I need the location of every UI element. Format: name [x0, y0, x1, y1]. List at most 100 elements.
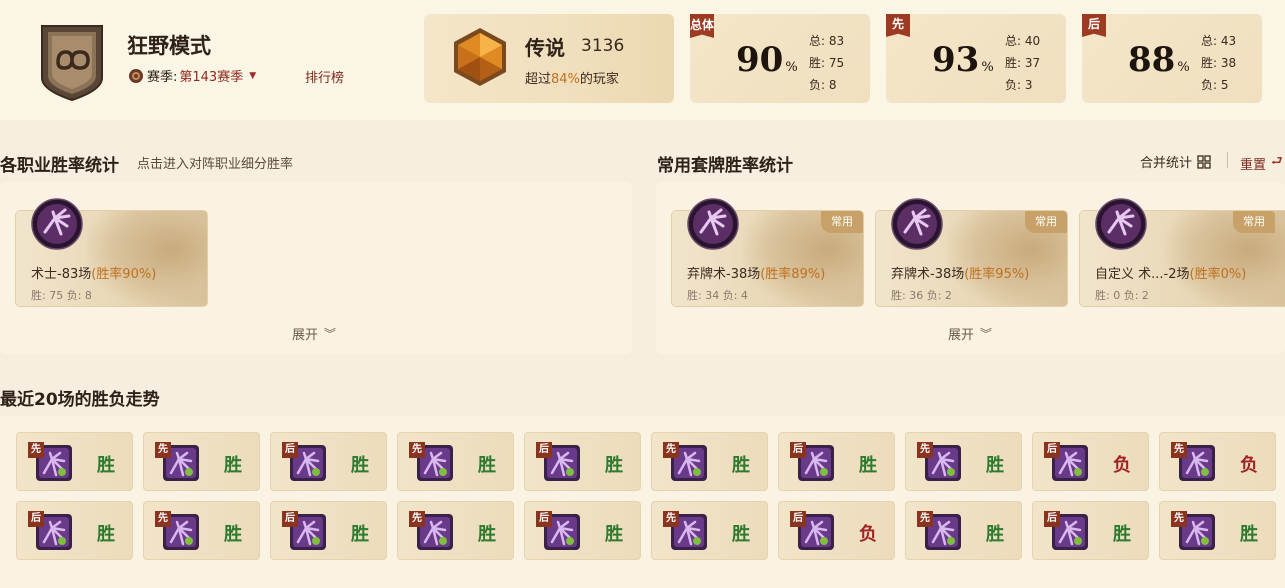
deck-card-detail: 胜: 34 负: 4 [687, 289, 748, 302]
season-selector[interactable]: 赛季: 第143赛季 ▼ [128, 66, 256, 85]
class-expand-button[interactable]: 展开 ︾ [292, 324, 336, 343]
merge-label: 合并统计 [1140, 156, 1193, 171]
game-result-cell[interactable]: 后胜 [524, 432, 641, 491]
game-result-label: 胜 [478, 455, 496, 476]
game-result-cell[interactable]: 先胜 [905, 432, 1022, 491]
stat-losses: 负: 8 [809, 78, 837, 92]
card-background-art [87, 211, 207, 306]
game-result-cell[interactable]: 先胜 [143, 432, 260, 491]
game-result-label: 胜 [224, 455, 242, 476]
winrate-unit: % [1177, 60, 1190, 75]
stat-wins: 胜: 38 [1201, 56, 1237, 70]
percentile-suffix: 的玩家 [579, 72, 619, 87]
stat-total: 总: 83 [809, 34, 845, 48]
legend-rank-card: 传说 3136 超过84%的玩家 [424, 14, 674, 103]
winrate-value: 88% [1128, 40, 1190, 80]
game-result-cell[interactable]: 先胜 [143, 501, 260, 560]
game-result-cell[interactable]: 后胜 [778, 432, 895, 491]
turn-order-tag: 后 [282, 442, 298, 458]
game-result-cell[interactable]: 后胜 [270, 501, 387, 560]
stat-losses: 负: 5 [1201, 78, 1229, 92]
deck-rate: (胜率0%) [1189, 267, 1247, 282]
trend-section-title: 最近20场的胜负走势 [0, 390, 160, 410]
deck-name: 弃牌术-38场 [891, 267, 965, 282]
game-result-label: 胜 [859, 455, 877, 476]
season-gear-icon [129, 68, 143, 83]
percentile-value: 84% [551, 72, 580, 87]
game-result-cell[interactable]: 先胜 [16, 432, 133, 491]
game-result-cell[interactable]: 后负 [1032, 432, 1149, 491]
turn-order-tag: 先 [1171, 442, 1187, 458]
second-winrate-card: 后 88% 总: 43 胜: 38 负: 5 [1082, 14, 1262, 103]
turn-order-tag: 先 [917, 442, 933, 458]
turn-order-tag: 后 [282, 511, 298, 527]
reset-button[interactable]: 重置 ⮐ [1240, 152, 1283, 174]
expand-label: 展开 [292, 328, 319, 343]
turn-order-tag: 先 [28, 442, 44, 458]
wild-mode-emblem-icon [41, 25, 103, 102]
game-result-cell[interactable]: 后胜 [270, 432, 387, 491]
game-result-cell[interactable]: 先胜 [651, 432, 768, 491]
merge-stats-button[interactable]: 合并统计 [1140, 152, 1211, 171]
class-name: 术士-83场 [31, 267, 92, 282]
warlock-class-icon [891, 198, 943, 250]
game-result-cell[interactable]: 后胜 [524, 501, 641, 560]
legend-rank-name: 传说 [525, 36, 565, 60]
game-result-cell[interactable]: 先负 [1159, 432, 1276, 491]
class-rate: (胜率90%) [91, 267, 157, 282]
stat-tag: 总体 [690, 14, 714, 38]
trend-panel: 先胜先胜后胜先胜后胜先胜后胜先胜后负先负后胜先胜后胜先胜后胜先胜后负先胜后胜先胜 [0, 416, 1285, 588]
frequent-badge: 常用 [1025, 211, 1067, 233]
leaderboard-link[interactable]: 排行榜 [305, 67, 344, 86]
game-result-cell[interactable]: 先胜 [397, 432, 514, 491]
game-result-cell[interactable]: 后负 [778, 501, 895, 560]
percentile-prefix: 超过 [525, 72, 552, 87]
game-result-label: 胜 [732, 524, 750, 545]
turn-order-tag: 先 [917, 511, 933, 527]
grid-icon [1197, 154, 1211, 169]
game-result-label: 胜 [986, 524, 1004, 545]
game-result-label: 胜 [1113, 524, 1131, 545]
game-result-label: 负 [1113, 455, 1131, 476]
game-result-label: 胜 [605, 455, 623, 476]
deck-name: 弃牌术-38场 [687, 267, 761, 282]
game-result-label: 胜 [605, 524, 623, 545]
winrate-value: 93% [932, 40, 994, 80]
game-result-label: 胜 [97, 455, 115, 476]
winrate-unit: % [785, 60, 798, 75]
deck-expand-button[interactable]: 展开 ︾ [948, 324, 992, 343]
winrate-value: 90% [736, 40, 798, 80]
stat-tag: 后 [1082, 14, 1106, 37]
frequent-badge: 常用 [1233, 211, 1275, 233]
game-result-cell[interactable]: 先胜 [1159, 501, 1276, 560]
class-card-detail: 胜: 75 负: 8 [31, 289, 92, 302]
warlock-class-icon [687, 198, 739, 250]
deck-rate: (胜率89%) [760, 267, 826, 282]
stat-breakdown: 总: 40 胜: 37 负: 3 [1005, 30, 1040, 96]
winrate-unit: % [981, 60, 994, 75]
deck-section-title: 常用套牌胜率统计 [657, 156, 793, 176]
toolbar-divider [1227, 152, 1228, 168]
stat-tag: 先 [886, 14, 910, 37]
caret-down-icon: ▼ [249, 70, 257, 81]
mode-title: 狂野模式 [127, 34, 211, 58]
class-section-hint[interactable]: 点击进入对阵职业细分胜率 [137, 153, 293, 172]
stat-total: 总: 40 [1005, 34, 1041, 48]
game-result-cell[interactable]: 先胜 [651, 501, 768, 560]
winrate-number: 88 [1128, 40, 1176, 80]
stat-wins: 胜: 75 [809, 56, 845, 70]
game-result-label: 胜 [97, 524, 115, 545]
stat-total: 总: 43 [1201, 34, 1237, 48]
turn-order-tag: 后 [790, 511, 806, 527]
game-result-cell[interactable]: 先胜 [905, 501, 1022, 560]
expand-label: 展开 [948, 328, 975, 343]
game-result-label: 负 [1240, 455, 1258, 476]
turn-order-tag: 后 [536, 442, 552, 458]
game-result-cell[interactable]: 先胜 [397, 501, 514, 560]
turn-order-tag: 后 [1044, 442, 1060, 458]
game-result-cell[interactable]: 后胜 [1032, 501, 1149, 560]
game-result-cell[interactable]: 后胜 [16, 501, 133, 560]
game-result-label: 胜 [986, 455, 1004, 476]
deck-card-title: 弃牌术-38场(胜率95%) [891, 263, 1029, 282]
turn-order-tag: 后 [1044, 511, 1060, 527]
